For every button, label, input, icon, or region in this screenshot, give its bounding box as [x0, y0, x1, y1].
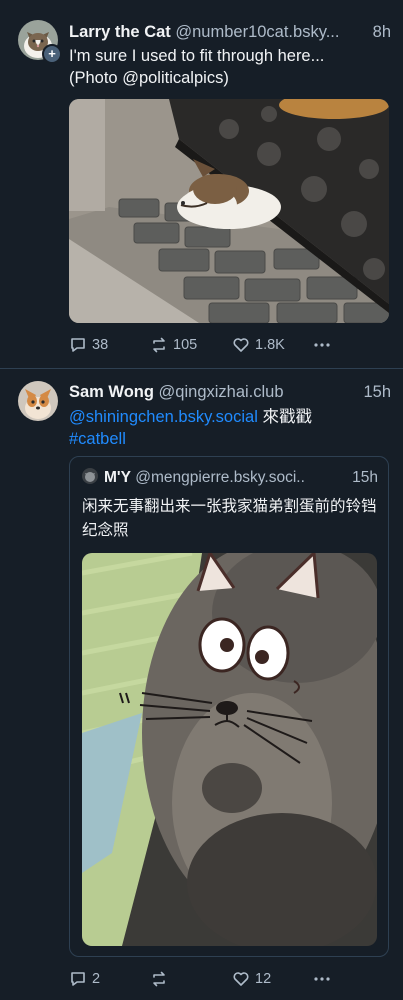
quoted-author-avatar[interactable]	[82, 468, 98, 484]
post-actions: 2 12	[69, 967, 383, 991]
post-header: Sam Wong @qingxizhai.club 15h	[69, 380, 391, 404]
heart-icon	[233, 338, 249, 352]
quoted-post-header: M'Y @mengpierre.bsky.soci.. 15h	[82, 467, 378, 489]
author-avatar[interactable]	[18, 381, 58, 421]
post-image[interactable]	[69, 99, 389, 323]
hashtag-link[interactable]: #catbell	[69, 430, 126, 448]
post-text: @shiningchen.bsky.social 來戳戳 #catbell	[69, 406, 389, 450]
ellipsis-icon	[314, 343, 330, 347]
quoted-post-time[interactable]: 15h	[348, 467, 378, 489]
ellipsis-icon	[314, 977, 330, 981]
repost-arrows-icon	[153, 971, 165, 987]
author-name[interactable]: Sam Wong	[69, 383, 154, 401]
reply-count: 38	[92, 337, 109, 353]
repost-arrows-icon	[153, 337, 165, 353]
speech-bubble-icon	[71, 338, 85, 352]
post-text-line: (Photo @politicalpics)	[69, 69, 229, 87]
like-count: 1.8K	[255, 337, 285, 353]
author-handle[interactable]: @number10cat.bsky...	[175, 23, 339, 41]
quoted-post-text: 闲来无事翻出来一张我家猫弟割蛋前的铃铛纪念照	[82, 498, 377, 539]
more-options-button[interactable]	[313, 333, 331, 357]
reply-count: 2	[92, 971, 101, 987]
post-text-fragment: 來戳戳	[257, 408, 312, 426]
reply-button[interactable]: 2	[69, 967, 100, 991]
post-larry-the-cat[interactable]: + Larry the Cat @number10cat.bsky... 8h …	[0, 0, 403, 369]
quoted-post-image[interactable]	[82, 553, 377, 946]
more-options-button[interactable]	[313, 967, 331, 991]
quoted-post[interactable]: M'Y @mengpierre.bsky.soci.. 15h 闲来无事翻出来一…	[69, 456, 389, 957]
like-button[interactable]: 1.8K	[232, 333, 285, 357]
post-text-line: I'm sure I used to fit through here...	[69, 47, 325, 65]
repost-button[interactable]	[150, 967, 173, 991]
post-text: I'm sure I used to fit through here... (…	[69, 45, 389, 89]
post-header: Larry the Cat @number10cat.bsky... 8h	[69, 20, 391, 44]
like-button[interactable]: 12	[232, 967, 271, 991]
reply-button[interactable]: 38	[69, 333, 108, 357]
repost-count: 105	[173, 337, 198, 353]
quoted-author-name[interactable]: M'Y	[104, 469, 131, 486]
mention-link[interactable]: @shiningchen.bsky.social	[69, 408, 258, 426]
heart-icon	[233, 972, 249, 986]
post-actions: 38 105 1.8K	[69, 333, 383, 357]
like-count: 12	[255, 971, 272, 987]
quoted-author-handle[interactable]: @mengpierre.bsky.soci..	[135, 469, 305, 486]
speech-bubble-icon	[71, 972, 85, 986]
post-time[interactable]: 15h	[359, 380, 391, 404]
author-handle[interactable]: @qingxizhai.club	[159, 383, 284, 401]
author-name[interactable]: Larry the Cat	[69, 23, 171, 41]
post-time[interactable]: 8h	[368, 20, 391, 44]
follow-plus-icon[interactable]: +	[42, 44, 62, 64]
repost-button[interactable]: 105	[150, 333, 197, 357]
